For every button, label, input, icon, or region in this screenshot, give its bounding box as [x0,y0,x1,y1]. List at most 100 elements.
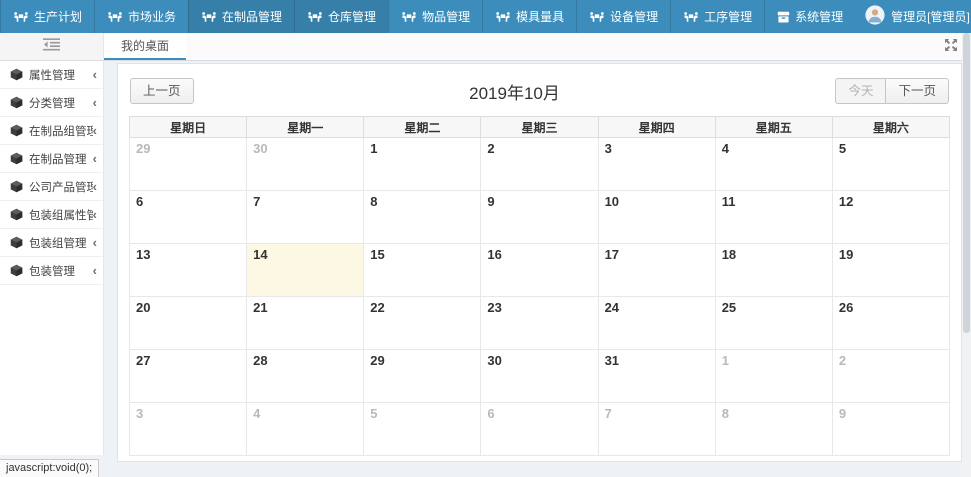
day-cell[interactable]: 27 [130,350,247,403]
cube-icon [10,152,23,165]
day-cell[interactable]: 2 [832,350,949,403]
day-number: 5 [370,406,377,421]
main-area: 属性管理‹分类管理‹在制品组管理‹在制品管理‹公司产品管理‹包装组属性管理‹包装… [0,33,971,477]
day-cell[interactable]: 1 [715,350,832,403]
sidebar-item-7[interactable]: 包装管理‹ [0,257,103,285]
day-number: 25 [722,300,736,315]
day-cell[interactable]: 14 [247,244,364,297]
day-cell[interactable]: 7 [247,191,364,244]
weekday-header: 星期日 [130,117,247,138]
day-number: 1 [722,353,729,368]
fullscreen-button[interactable] [945,38,957,56]
people-carry-icon [495,11,511,23]
cube-icon [10,96,23,109]
sidebar-item-3[interactable]: 在制品管理‹ [0,145,103,173]
day-cell[interactable]: 4 [247,403,364,456]
day-cell[interactable]: 22 [364,297,481,350]
scrollbar-thumb[interactable] [963,33,970,333]
day-cell[interactable]: 3 [130,403,247,456]
nav-item-1[interactable]: 市场业务 [94,0,188,33]
tab-bar: 我的桌面 [104,33,971,61]
archive-box-icon [777,11,790,23]
prev-page-button[interactable]: 上一页 [130,78,194,104]
day-cell[interactable]: 24 [598,297,715,350]
day-cell[interactable]: 8 [364,191,481,244]
day-cell[interactable]: 3 [598,138,715,191]
weekday-header: 星期二 [364,117,481,138]
day-cell[interactable]: 6 [130,191,247,244]
day-cell[interactable]: 1 [364,138,481,191]
day-cell[interactable]: 2 [481,138,598,191]
nav-item-label: 工序管理 [704,8,752,25]
day-cell[interactable]: 23 [481,297,598,350]
nav-item-label: 物品管理 [422,8,470,25]
day-number: 18 [722,247,736,262]
vertical-scrollbar[interactable] [962,33,971,477]
nav-item-3[interactable]: 仓库管理 [294,0,388,33]
nav-item-label: 模具量具 [516,8,564,25]
day-cell[interactable]: 10 [598,191,715,244]
day-cell[interactable]: 9 [481,191,598,244]
day-cell[interactable]: 11 [715,191,832,244]
day-cell[interactable]: 6 [481,403,598,456]
sidebar-item-label: 分类管理 [29,95,93,111]
day-number: 2 [487,141,494,156]
day-cell[interactable]: 21 [247,297,364,350]
sidebar-item-2[interactable]: 在制品组管理‹ [0,117,103,145]
nav-item-0[interactable]: 生产计划 [0,0,94,33]
day-cell[interactable]: 30 [247,138,364,191]
nav-item-4[interactable]: 物品管理 [388,0,482,33]
tab-my-desktop[interactable]: 我的桌面 [104,33,186,60]
nav-item-label: 市场业务 [128,8,176,25]
day-cell[interactable]: 19 [832,244,949,297]
day-cell[interactable]: 13 [130,244,247,297]
day-cell[interactable]: 8 [715,403,832,456]
sidebar-item-1[interactable]: 分类管理‹ [0,89,103,117]
chevron-left-icon: ‹ [93,152,97,165]
day-cell[interactable]: 12 [832,191,949,244]
today-button[interactable]: 今天 [835,78,885,104]
day-cell[interactable]: 15 [364,244,481,297]
day-number: 22 [370,300,384,315]
day-cell[interactable]: 17 [598,244,715,297]
day-number: 31 [605,353,619,368]
day-cell[interactable]: 9 [832,403,949,456]
day-number: 3 [136,406,143,421]
day-cell[interactable]: 29 [364,350,481,403]
people-carry-icon [589,11,605,23]
sidebar-item-0[interactable]: 属性管理‹ [0,61,103,89]
day-cell[interactable]: 28 [247,350,364,403]
calendar-week-row: 27 282930 31 1 2 [130,350,950,403]
sidebar-menu: 属性管理‹分类管理‹在制品组管理‹在制品管理‹公司产品管理‹包装组属性管理‹包装… [0,61,103,285]
day-cell[interactable]: 4 [715,138,832,191]
day-cell[interactable]: 20 [130,297,247,350]
day-cell[interactable]: 5 [832,138,949,191]
sidebar-item-4[interactable]: 公司产品管理‹ [0,173,103,201]
nav-item-7[interactable]: 工序管理 [670,0,764,33]
user-menu[interactable]: 管理员[管理员] [855,0,971,33]
day-cell[interactable]: 7 [598,403,715,456]
chevron-left-icon: ‹ [93,68,97,81]
sidebar-item-5[interactable]: 包装组属性管理‹ [0,201,103,229]
nav-item-label: 仓库管理 [328,8,376,25]
day-cell[interactable]: 29 [130,138,247,191]
nav-item-label: 在制品管理 [222,8,282,25]
nav-item-8[interactable]: 系统管理 [764,0,855,33]
sidebar-item-6[interactable]: 包装组管理‹ [0,229,103,257]
day-number: 27 [136,353,150,368]
calendar-table: 星期日星期一星期二星期三星期四星期五星期六 293012345678910111… [129,116,950,456]
day-cell[interactable]: 25 [715,297,832,350]
expand-arrows-icon [945,38,957,56]
cube-icon [10,236,23,249]
day-cell[interactable]: 30 [481,350,598,403]
day-cell[interactable]: 26 [832,297,949,350]
day-cell[interactable]: 31 [598,350,715,403]
day-cell[interactable]: 16 [481,244,598,297]
next-page-button[interactable]: 下一页 [885,78,949,104]
day-cell[interactable]: 5 [364,403,481,456]
sidebar-collapse-button[interactable] [0,33,103,61]
day-cell[interactable]: 18 [715,244,832,297]
nav-item-5[interactable]: 模具量具 [482,0,576,33]
nav-item-2[interactable]: 在制品管理 [188,0,294,33]
nav-item-6[interactable]: 设备管理 [576,0,670,33]
